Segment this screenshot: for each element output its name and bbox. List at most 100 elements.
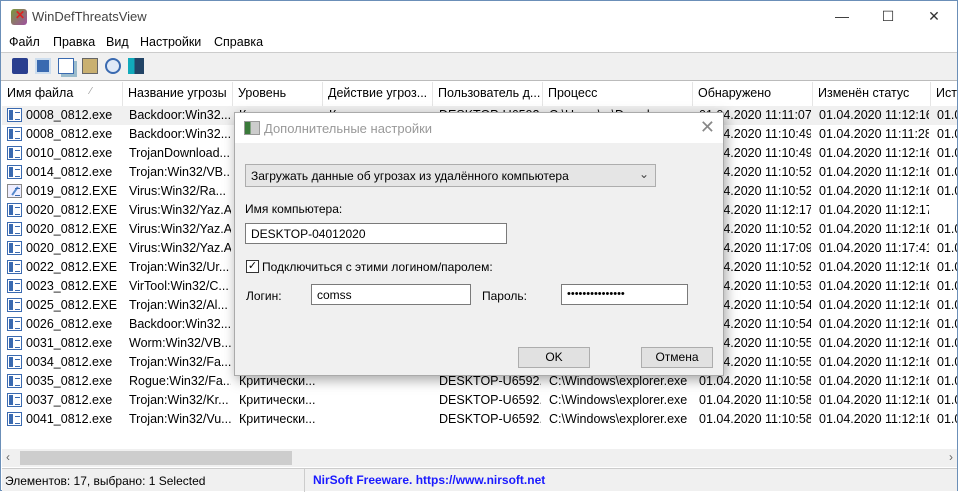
menu-help[interactable]: Справка xyxy=(214,35,263,49)
cell-file: 0041_0812.exe xyxy=(26,412,113,426)
save-icon[interactable] xyxy=(12,58,28,74)
cell-changed: 01.04.2020 11:12:16 xyxy=(819,279,929,293)
maximize-button[interactable]: ☐ xyxy=(865,1,911,32)
cell-file: 0008_0812.exe xyxy=(26,127,113,141)
cell-level: Критически... xyxy=(239,374,316,388)
cell-file: 0022_0812.EXE xyxy=(26,260,118,274)
cell-changed: 01.04.2020 11:17:41 xyxy=(819,241,929,255)
computer-name-input[interactable]: DESKTOP-04012020 xyxy=(245,223,507,244)
horizontal-scrollbar[interactable]: ‹ › xyxy=(2,449,957,467)
column-header[interactable]: Процесс xyxy=(543,82,693,106)
password-input[interactable]: ••••••••••••••• xyxy=(561,284,688,305)
file-icon xyxy=(7,355,22,369)
cell-threat: TrojanDownload... xyxy=(129,146,230,160)
cell-file: 0037_0812.exe xyxy=(26,393,113,407)
column-header-label: Обнаружено xyxy=(698,86,772,100)
scroll-right-icon[interactable]: › xyxy=(949,450,953,464)
cell-file: 0020_0812.EXE xyxy=(26,241,118,255)
cell-level: Критически... xyxy=(239,393,316,407)
menu-view[interactable]: Вид xyxy=(106,35,129,49)
cell-changed: 01.04.2020 11:12:16 xyxy=(819,146,929,160)
window-title: WinDefThreatsView xyxy=(32,9,147,24)
cell-file: 0031_0812.exe xyxy=(26,336,113,350)
table-row[interactable]: 0041_0812.exe Trojan:Win32/Vu... Критическ… xyxy=(2,410,957,429)
column-header[interactable]: Пользователь д... xyxy=(433,82,543,106)
cell-changed: 01.04.2020 11:11:28 xyxy=(819,127,929,141)
file-icon xyxy=(7,412,22,426)
cell-file: 0026_0812.exe xyxy=(26,317,113,331)
table-row[interactable]: 0037_0812.exe Trojan:Win32/Kr... Критическ… xyxy=(2,391,957,410)
menu-file[interactable]: Файл xyxy=(9,35,40,49)
cell-file: 0023_0812.EXE xyxy=(26,279,118,293)
source-dropdown[interactable]: Загружать данные об угрозах из удалённог… xyxy=(245,164,656,187)
ok-button[interactable]: OK xyxy=(518,347,590,368)
file-icon xyxy=(7,336,22,350)
cell-threat: Virus:Win32/Yaz.A xyxy=(129,222,231,236)
cell-threat: Virus:Win32/Yaz.A xyxy=(129,241,231,255)
file-icon xyxy=(7,374,22,388)
exit-icon[interactable] xyxy=(128,58,144,74)
nirsoft-link[interactable]: NirSoft Freeware. https://www.nirsoft.ne… xyxy=(304,469,553,492)
login-input[interactable]: comss xyxy=(311,284,471,305)
cell-user: DESKTOP-U6592... xyxy=(439,374,541,388)
cell-threat: Trojan:Win32/Fa... xyxy=(129,355,231,369)
cell-changed: 01.04.2020 11:12:16 xyxy=(819,393,929,407)
column-header[interactable]: Обнаружено xyxy=(693,82,813,106)
copy-icon[interactable] xyxy=(58,58,74,74)
column-header[interactable]: Действие угроз... xyxy=(323,82,433,106)
file-icon xyxy=(7,260,22,274)
cell-changed: 01.04.2020 11:12:16 xyxy=(819,222,929,236)
connect-checkbox[interactable]: ✓ xyxy=(246,260,259,273)
scrollbar-thumb[interactable] xyxy=(20,451,292,465)
column-header-label: Процесс xyxy=(548,86,598,100)
cell-src: 01.04.2020 xyxy=(937,146,957,160)
cell-detected: 01.04.2020 11:10:58 xyxy=(699,412,811,426)
column-header-label: Ист xyxy=(936,86,957,100)
cell-threat: Trojan:Win32/Al... xyxy=(129,298,228,312)
cell-changed: 01.04.2020 11:12:16 xyxy=(819,165,929,179)
properties-icon[interactable] xyxy=(82,58,98,74)
column-header[interactable]: Название угрозы xyxy=(123,82,233,106)
cell-src: 01.04.2020 xyxy=(937,393,957,407)
cancel-button[interactable]: Отмена xyxy=(641,347,713,368)
cell-changed: 01.04.2020 11:12:16 xyxy=(819,374,929,388)
cell-threat: Backdoor:Win32... xyxy=(129,317,231,331)
column-header[interactable]: Ист xyxy=(931,82,957,106)
menu-settings[interactable]: Настройки xyxy=(140,35,201,49)
cell-file: 0014_0812.exe xyxy=(26,165,113,179)
cell-threat: VirTool:Win32/C... xyxy=(129,279,229,293)
cell-user: DESKTOP-U6592... xyxy=(439,412,541,426)
file-icon xyxy=(7,298,22,312)
cell-file: 0020_0812.EXE xyxy=(26,222,118,236)
cell-src: 01.04.2020 xyxy=(937,279,957,293)
file-icon xyxy=(7,222,22,236)
column-header[interactable]: Изменён статус xyxy=(813,82,931,106)
cell-src: 01.04.2020 xyxy=(937,184,957,198)
column-header-label: Название угрозы xyxy=(128,86,227,100)
dialog-close-icon[interactable]: ✕ xyxy=(700,117,715,138)
column-header[interactable]: Уровень xyxy=(233,82,323,106)
file-icon xyxy=(7,241,22,255)
cell-threat: Rogue:Win32/Fa... xyxy=(129,374,231,388)
refresh-icon[interactable] xyxy=(35,58,51,74)
title-bar: WinDefThreatsView — ☐ ✕ xyxy=(1,1,957,32)
cell-threat: Trojan:Win32/Ur... xyxy=(129,260,230,274)
dialog-title-bar: Дополнительные настройки ✕ xyxy=(235,113,723,143)
file-icon xyxy=(7,184,22,198)
find-icon[interactable] xyxy=(105,58,121,74)
cell-src: 01.04.2020 xyxy=(937,412,957,426)
app-icon xyxy=(11,8,27,25)
minimize-button[interactable]: — xyxy=(819,1,865,32)
cell-file: 0034_0812.exe xyxy=(26,355,113,369)
cell-threat: Trojan:Win32/Kr... xyxy=(129,393,229,407)
scroll-left-icon[interactable]: ‹ xyxy=(6,450,10,464)
menu-edit[interactable]: Правка xyxy=(53,35,95,49)
cell-changed: 01.04.2020 11:12:16 xyxy=(819,298,929,312)
column-header[interactable]: Имя файла ⁄ xyxy=(2,82,123,106)
cell-file: 0035_0812.exe xyxy=(26,374,113,388)
cell-src: 01.04.2020 xyxy=(937,241,957,255)
cell-process: C:\Windows\explorer.exe xyxy=(549,374,688,388)
close-button[interactable]: ✕ xyxy=(911,1,957,32)
cell-detected: 01.04.2020 11:10:58 xyxy=(699,374,811,388)
status-count: Элементов: 17, выбрано: 1 Selected xyxy=(5,474,206,488)
